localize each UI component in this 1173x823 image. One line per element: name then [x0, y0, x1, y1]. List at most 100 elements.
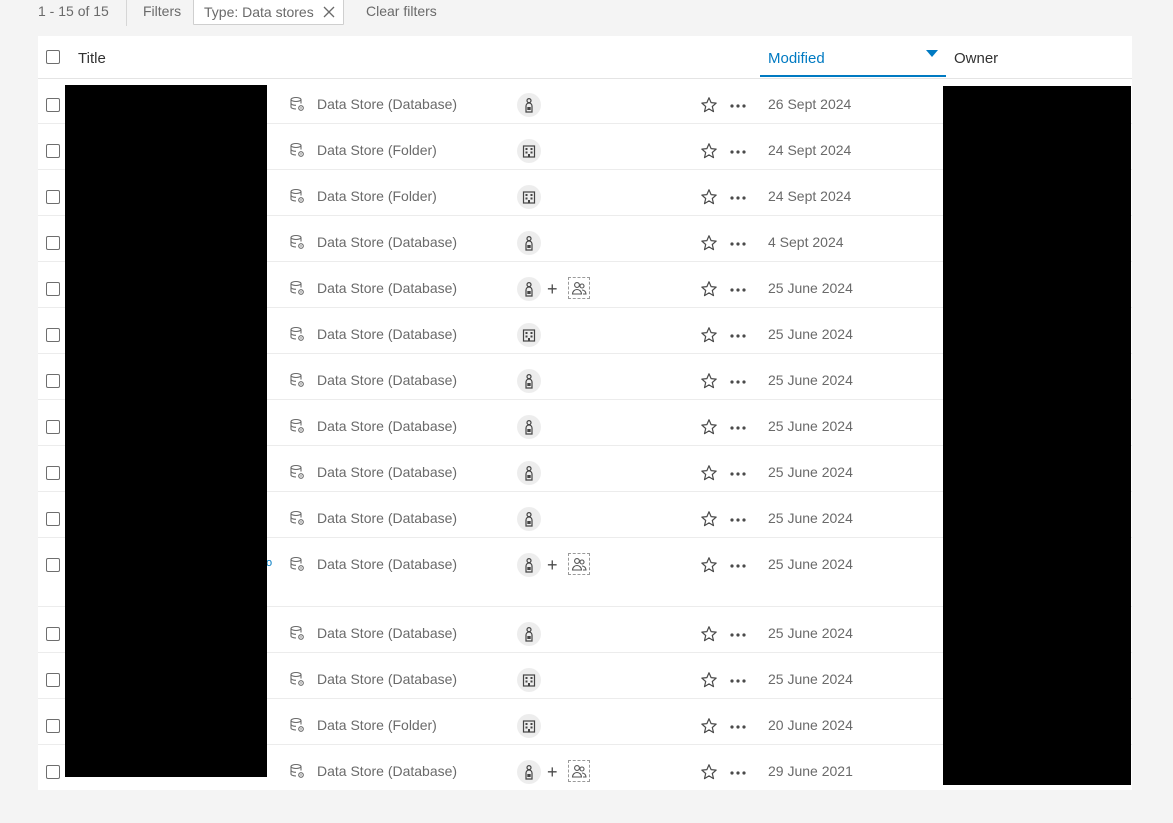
modified-date: 25 June 2024	[768, 671, 853, 687]
more-options-icon[interactable]	[728, 510, 748, 528]
person-lock-icon	[517, 622, 541, 646]
select-all-checkbox[interactable]	[46, 50, 60, 64]
row-checkbox[interactable]	[46, 374, 60, 388]
more-options-icon[interactable]	[728, 418, 748, 436]
more-options-icon[interactable]	[728, 372, 748, 390]
item-type: Data Store (Folder)	[317, 142, 437, 158]
item-type: Data Store (Folder)	[317, 188, 437, 204]
group-icon	[568, 760, 590, 782]
modified-date: 25 June 2024	[768, 510, 853, 526]
row-checkbox[interactable]	[46, 558, 60, 572]
filter-chip-type[interactable]: Type: Data stores	[193, 0, 344, 25]
person-lock-icon	[517, 369, 541, 393]
more-options-icon[interactable]	[728, 717, 748, 735]
star-icon[interactable]	[700, 418, 718, 436]
star-icon[interactable]	[700, 96, 718, 114]
column-header-modified-label: Modified	[768, 50, 825, 67]
modified-date: 26 Sept 2024	[768, 96, 852, 112]
database-icon	[289, 188, 305, 204]
row-checkbox[interactable]	[46, 328, 60, 342]
more-options-icon[interactable]	[728, 188, 748, 206]
more-options-icon[interactable]	[728, 763, 748, 781]
more-options-icon[interactable]	[728, 142, 748, 160]
row-checkbox[interactable]	[46, 719, 60, 733]
modified-date: 25 June 2024	[768, 418, 853, 434]
star-icon[interactable]	[700, 326, 718, 344]
database-icon	[289, 717, 305, 733]
more-options-icon[interactable]	[728, 556, 748, 574]
row-checkbox[interactable]	[46, 420, 60, 434]
modified-date: 20 June 2024	[768, 717, 853, 733]
database-icon	[289, 372, 305, 388]
clear-filters-link[interactable]: Clear filters	[366, 3, 437, 19]
plus-icon: +	[547, 555, 558, 575]
row-checkbox[interactable]	[46, 144, 60, 158]
star-icon[interactable]	[700, 556, 718, 574]
row-checkbox[interactable]	[46, 236, 60, 250]
database-icon	[289, 326, 305, 342]
row-checkbox[interactable]	[46, 98, 60, 112]
table-header: Title Modified Owner	[38, 36, 1132, 79]
result-count: 1 - 15 of 15	[38, 3, 109, 19]
column-header-title[interactable]: Title	[78, 50, 106, 67]
database-icon	[289, 464, 305, 480]
row-checkbox[interactable]	[46, 512, 60, 526]
star-icon[interactable]	[700, 717, 718, 735]
modified-date: 4 Sept 2024	[768, 234, 844, 250]
group-icon	[568, 277, 590, 299]
star-icon[interactable]	[700, 234, 718, 252]
item-type: Data Store (Database)	[317, 418, 458, 434]
item-type: Data Store (Database)	[317, 280, 458, 296]
star-icon[interactable]	[700, 625, 718, 643]
more-options-icon[interactable]	[728, 326, 748, 344]
star-icon[interactable]	[700, 372, 718, 390]
item-type: Data Store (Database)	[317, 372, 458, 388]
item-type: Data Store (Database)	[317, 510, 458, 526]
star-icon[interactable]	[700, 142, 718, 160]
database-icon	[289, 142, 305, 158]
star-icon[interactable]	[700, 763, 718, 781]
item-type: Data Store (Database)	[317, 234, 458, 250]
row-checkbox[interactable]	[46, 627, 60, 641]
more-options-icon[interactable]	[728, 464, 748, 482]
modified-date: 25 June 2024	[768, 326, 853, 342]
more-options-icon[interactable]	[728, 234, 748, 252]
modified-date: 24 Sept 2024	[768, 142, 852, 158]
more-options-icon[interactable]	[728, 671, 748, 689]
row-checkbox[interactable]	[46, 190, 60, 204]
star-icon[interactable]	[700, 188, 718, 206]
person-lock-icon	[517, 461, 541, 485]
star-icon[interactable]	[700, 464, 718, 482]
column-header-owner[interactable]: Owner	[954, 50, 998, 67]
building-icon	[517, 714, 541, 738]
row-checkbox[interactable]	[46, 673, 60, 687]
more-options-icon[interactable]	[728, 280, 748, 298]
row-checkbox[interactable]	[46, 282, 60, 296]
building-icon	[517, 139, 541, 163]
person-lock-icon	[517, 760, 541, 784]
modified-date: 25 June 2024	[768, 556, 853, 572]
star-icon[interactable]	[700, 671, 718, 689]
column-header-modified[interactable]: Modified	[760, 36, 946, 77]
database-icon	[289, 671, 305, 687]
item-type: Data Store (Folder)	[317, 717, 437, 733]
row-checkbox[interactable]	[46, 765, 60, 779]
person-lock-icon	[517, 415, 541, 439]
more-options-icon[interactable]	[728, 96, 748, 114]
person-lock-icon	[517, 231, 541, 255]
item-type: Data Store (Database)	[317, 671, 458, 687]
star-icon[interactable]	[700, 510, 718, 528]
person-lock-icon	[517, 507, 541, 531]
item-type: Data Store (Database)	[317, 625, 458, 641]
sort-descending-icon	[926, 50, 938, 57]
person-lock-icon	[517, 553, 541, 577]
row-checkbox[interactable]	[46, 466, 60, 480]
star-icon[interactable]	[700, 280, 718, 298]
modified-date: 29 June 2021	[768, 763, 853, 779]
more-options-icon[interactable]	[728, 625, 748, 643]
redacted-owner-column	[943, 86, 1131, 785]
close-icon[interactable]	[322, 5, 336, 19]
building-icon	[517, 668, 541, 692]
group-icon	[568, 553, 590, 575]
person-lock-icon	[517, 93, 541, 117]
